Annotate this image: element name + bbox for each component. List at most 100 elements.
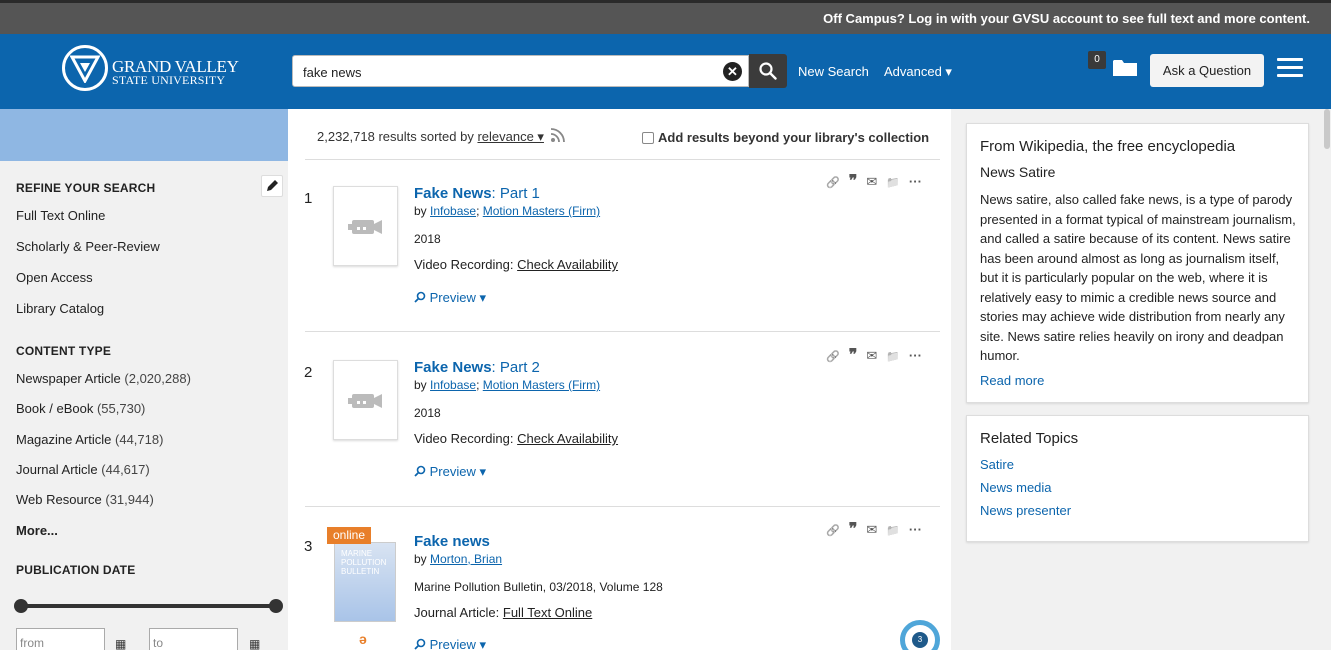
ask-a-question-button[interactable]: Ask a Question	[1150, 54, 1264, 87]
content-type-item[interactable]: Web Resource (31,944)	[16, 492, 154, 507]
content-type-item[interactable]: Journal Article (44,617)	[16, 462, 150, 477]
result-title-link[interactable]: Fake News: Part 1	[414, 185, 540, 202]
read-more-link[interactable]: Read more	[980, 373, 1044, 388]
cite-icon[interactable]: ❞	[849, 519, 858, 539]
calendar-icon[interactable]: ▦	[249, 637, 260, 650]
date-slider-start-handle[interactable]	[14, 599, 28, 613]
cite-icon[interactable]: ❞	[849, 171, 858, 191]
more-actions-icon[interactable]: ···	[909, 522, 922, 537]
author-link[interactable]: Infobase	[430, 378, 476, 392]
magnifier-icon	[414, 638, 426, 650]
result-source: Marine Pollution Bulletin, 03/2018, Volu…	[414, 580, 663, 594]
pencil-icon	[267, 180, 278, 191]
check-availability-link[interactable]: Check Availability	[517, 431, 618, 446]
more-actions-icon[interactable]: ···	[909, 174, 922, 189]
sort-relevance-dropdown[interactable]: relevance ▾	[477, 129, 544, 144]
checkbox-icon[interactable]	[642, 132, 654, 144]
video-thumbnail[interactable]	[333, 186, 398, 266]
wikipedia-topic-title: News Satire	[980, 164, 1056, 180]
new-search-link[interactable]: New Search	[798, 64, 869, 79]
logo-line2: STATE UNIVERSITY	[112, 73, 226, 87]
result-year: 2018	[414, 406, 441, 420]
edit-filters-button[interactable]	[261, 175, 283, 197]
preview-toggle[interactable]: Preview ▾	[414, 464, 486, 480]
search-icon	[759, 62, 777, 80]
result-authors: by Morton, Brian	[414, 552, 503, 566]
date-from-input[interactable]: from	[16, 628, 105, 650]
header: GRAND VALLEY STATE UNIVERSITY ✕ New Sear…	[0, 34, 1331, 109]
link-icon[interactable]: 🔗	[826, 176, 840, 189]
advanced-search-dropdown[interactable]: Advanced ▾	[884, 64, 952, 80]
related-topics-card: Related Topics Satire News media News pr…	[966, 415, 1309, 542]
journal-cover-thumbnail[interactable]: MARINE POLLUTION BULLETIN	[334, 542, 396, 622]
content-type-item[interactable]: Book / eBook (55,730)	[16, 401, 145, 416]
link-icon[interactable]: 🔗	[826, 350, 840, 363]
result-actions: 🔗 ❞ ✉ 📁 ···	[826, 345, 931, 365]
hamburger-menu-icon[interactable]	[1277, 58, 1303, 78]
author-link[interactable]: Infobase	[430, 204, 476, 218]
author-link[interactable]: Motion Masters (Firm)	[483, 378, 600, 392]
email-icon[interactable]: ✉	[866, 522, 877, 538]
rss-icon[interactable]	[550, 127, 566, 143]
search-box: ✕	[292, 55, 749, 87]
refine-heading: REFINE YOUR SEARCH	[16, 181, 156, 195]
content-type-item[interactable]: Magazine Article (44,718)	[16, 432, 163, 447]
result-type: Journal Article: Full Text Online	[414, 605, 593, 620]
result-type: Video Recording: Check Availability	[414, 431, 619, 446]
email-icon[interactable]: ✉	[866, 348, 877, 364]
result-number: 3	[304, 538, 313, 555]
right-column: From Wikipedia, the free encyclopedia Ne…	[951, 109, 1331, 650]
link-icon[interactable]: 🔗	[826, 524, 840, 537]
refine-full-text-online[interactable]: Full Text Online	[16, 208, 105, 223]
date-slider-end-handle[interactable]	[269, 599, 283, 613]
result-authors: by Infobase; Motion Masters (Firm)	[414, 204, 601, 218]
divider	[305, 331, 940, 332]
related-topic-link[interactable]: News presenter	[980, 503, 1071, 518]
add-to-folder-icon[interactable]: 📁	[886, 350, 900, 363]
related-topic-link[interactable]: Satire	[980, 457, 1014, 472]
full-text-online-link[interactable]: Full Text Online	[503, 605, 592, 620]
date-to-input[interactable]: to	[149, 628, 238, 650]
refine-scholarly[interactable]: Scholarly & Peer-Review	[16, 239, 160, 254]
calendar-icon[interactable]: ▦	[115, 637, 126, 650]
content-type-heading: CONTENT TYPE	[16, 344, 112, 358]
date-range-slider[interactable]	[21, 604, 276, 608]
video-thumbnail[interactable]	[333, 360, 398, 440]
folder-icon[interactable]	[1112, 58, 1138, 77]
content-type-item[interactable]: Newspaper Article (2,020,288)	[16, 371, 191, 386]
divider	[305, 506, 940, 507]
result-title-link[interactable]: Fake News: Part 2	[414, 359, 540, 376]
search-input[interactable]	[303, 62, 703, 82]
add-to-folder-icon[interactable]: 📁	[886, 524, 900, 537]
page-scrollbar[interactable]	[1322, 109, 1331, 650]
sidebar-banner	[0, 109, 288, 161]
check-availability-link[interactable]: Check Availability	[517, 257, 618, 272]
preview-toggle[interactable]: Preview ▾	[414, 290, 486, 306]
author-link[interactable]: Morton, Brian	[430, 552, 502, 566]
cite-icon[interactable]: ❞	[849, 345, 858, 365]
result-authors: by Infobase; Motion Masters (Firm)	[414, 378, 601, 392]
altmetric-badge[interactable]: 3	[900, 620, 940, 650]
more-actions-icon[interactable]: ···	[909, 348, 922, 363]
off-campus-message[interactable]: Off Campus? Log in with your GVSU accoun…	[823, 11, 1310, 26]
beyond-collection-checkbox[interactable]: Add results beyond your library's collec…	[642, 130, 929, 145]
add-to-folder-icon[interactable]: 📁	[886, 176, 900, 189]
clear-search-icon[interactable]: ✕	[723, 62, 742, 81]
preview-toggle[interactable]: Preview ▾	[414, 637, 486, 650]
related-topic-link[interactable]: News media	[980, 480, 1052, 495]
magnifier-icon	[414, 465, 426, 477]
email-icon[interactable]: ✉	[866, 174, 877, 190]
author-link[interactable]: Motion Masters (Firm)	[483, 204, 600, 218]
refine-open-access[interactable]: Open Access	[16, 270, 93, 285]
refine-library-catalog[interactable]: Library Catalog	[16, 301, 104, 316]
gvsu-logo[interactable]: GRAND VALLEY STATE UNIVERSITY	[62, 45, 242, 97]
result-type: Video Recording: Check Availability	[414, 257, 619, 272]
folder-count-badge: 0	[1088, 51, 1106, 69]
divider	[305, 159, 940, 160]
result-title-link[interactable]: Fake news	[414, 533, 490, 550]
content-type-more-link[interactable]: More...	[16, 523, 58, 538]
refine-sidebar: REFINE YOUR SEARCH Full Text Online Scho…	[0, 109, 288, 650]
result-actions: 🔗 ❞ ✉ 📁 ···	[826, 171, 931, 191]
video-camera-icon	[348, 394, 382, 408]
search-button[interactable]	[749, 54, 787, 88]
